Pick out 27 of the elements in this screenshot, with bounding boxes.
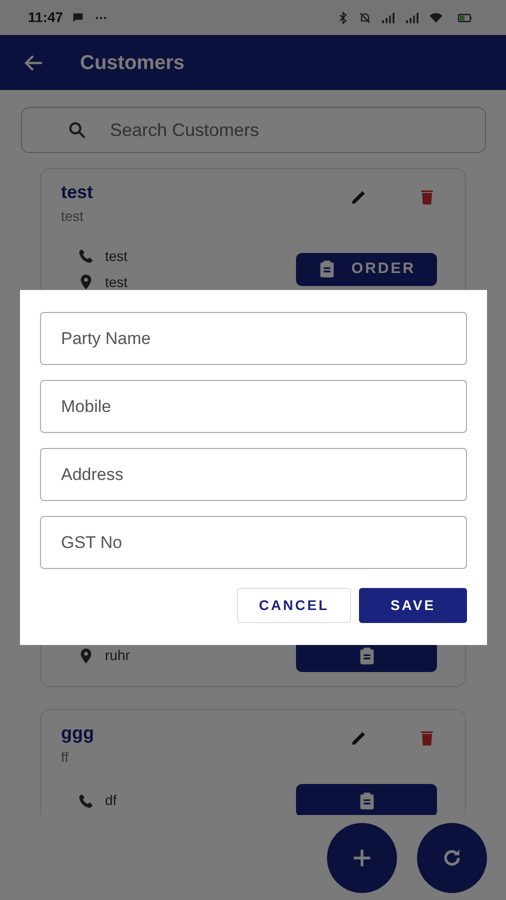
input-field[interactable]: Address (40, 448, 467, 501)
input-field[interactable]: GST No (40, 516, 467, 569)
search-icon (67, 120, 87, 140)
wifi-icon (428, 10, 444, 24)
phone-icon (77, 792, 95, 810)
plus-icon (351, 847, 373, 869)
save-button[interactable]: SAVE (359, 588, 467, 623)
signal-icon (380, 10, 396, 24)
search-field[interactable]: Search Customers (21, 107, 486, 153)
customer-address: test (105, 272, 128, 292)
status-time: 11:47 (28, 8, 64, 27)
phone-number: df (105, 791, 117, 810)
customer-address: ruhr (105, 646, 130, 665)
muted-bell-icon (358, 10, 372, 24)
cancel-button[interactable]: CANCEL (237, 588, 351, 623)
phone-icon (77, 247, 95, 265)
customer-name: test (61, 181, 94, 204)
customer-subtitle: test (61, 207, 85, 226)
order-button[interactable]: ORDER (296, 252, 437, 286)
customer-name: ggg (61, 722, 94, 745)
message-icon (71, 10, 86, 24)
input-field[interactable]: Party Name (40, 312, 467, 365)
signal-icon (404, 10, 420, 24)
input-field[interactable]: Mobile (40, 380, 467, 433)
screen-title: Customers (80, 50, 184, 76)
customer-subtitle: ff (61, 748, 70, 767)
phone-number: test (105, 246, 128, 266)
